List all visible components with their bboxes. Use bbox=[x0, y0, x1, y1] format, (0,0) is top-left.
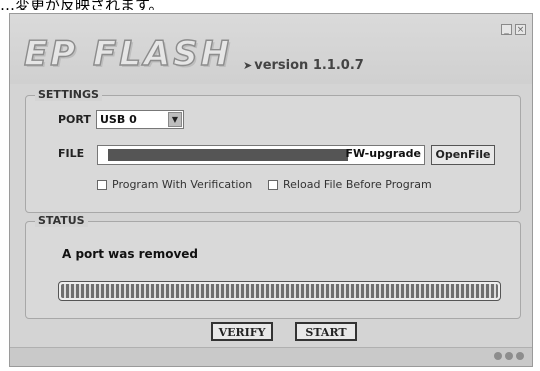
bottom-bar bbox=[10, 347, 532, 366]
app-logo: EP FLASH bbox=[23, 33, 233, 74]
program-with-verification-label[interactable]: Program With Verification bbox=[112, 178, 252, 191]
port-label: PORT bbox=[58, 113, 91, 126]
program-with-verification-checkbox[interactable] bbox=[97, 180, 107, 190]
verify-button[interactable]: VERIFY bbox=[211, 322, 273, 341]
ep-flash-window: EP FLASH ➤ version 1.1.0.7 _ × SETTINGS P… bbox=[9, 13, 533, 367]
progress-bar bbox=[58, 281, 501, 301]
settings-group-label: SETTINGS bbox=[35, 88, 102, 101]
reload-before-program-checkbox[interactable] bbox=[268, 180, 278, 190]
version-label: ➤ version 1.1.0.7 bbox=[243, 58, 364, 73]
title-bar: EP FLASH ➤ version 1.1.0.7 _ × bbox=[10, 14, 532, 84]
status-group-label: STATUS bbox=[35, 214, 88, 227]
start-button[interactable]: START bbox=[295, 322, 357, 341]
file-path-field[interactable]: FW-upgrade bbox=[97, 145, 425, 165]
port-select[interactable]: USB 0 ▼ bbox=[96, 110, 184, 129]
openfile-button[interactable]: OpenFile bbox=[431, 145, 495, 165]
top-caption: …変更が反映されます。 bbox=[0, 0, 164, 10]
file-label: FILE bbox=[58, 147, 85, 160]
reload-before-program-label[interactable]: Reload File Before Program bbox=[283, 178, 432, 191]
status-dots-icon bbox=[494, 352, 524, 360]
port-select-value: USB 0 bbox=[100, 113, 137, 126]
minimize-icon[interactable]: _ bbox=[501, 24, 512, 35]
redacted-path bbox=[108, 149, 348, 161]
file-path-text: FW-upgrade bbox=[345, 147, 421, 160]
version-text: version 1.1.0.7 bbox=[254, 58, 364, 73]
close-icon[interactable]: × bbox=[515, 24, 526, 35]
dropdown-arrow-icon[interactable]: ▼ bbox=[168, 112, 182, 127]
status-message: A port was removed bbox=[62, 247, 198, 261]
window-controls: _ × bbox=[501, 24, 526, 35]
version-arrow-icon: ➤ bbox=[243, 59, 253, 72]
progress-fill bbox=[61, 284, 498, 298]
status-group bbox=[25, 221, 521, 319]
